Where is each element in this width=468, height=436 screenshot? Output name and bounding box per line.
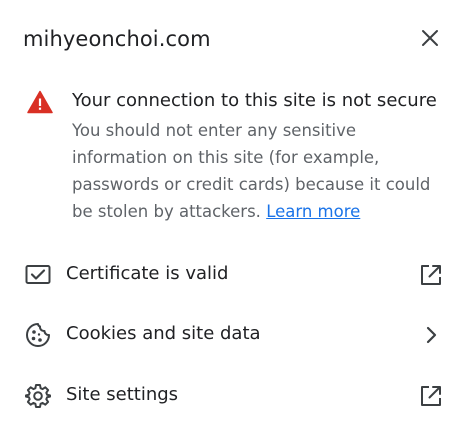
warning-title: Your connection to this site is not secu… xyxy=(72,90,437,111)
site-settings-label: Site settings xyxy=(66,384,179,405)
cookies-label: Cookies and site data xyxy=(66,323,261,344)
site-settings-row[interactable]: Site settings xyxy=(0,367,468,423)
site-domain-title: mihyeonchoi.com xyxy=(23,27,211,51)
security-warning: Your connection to this site is not secu… xyxy=(0,86,468,234)
open-in-new-icon xyxy=(421,265,441,285)
site-settings-open-button[interactable] xyxy=(418,383,444,409)
certificate-label: Certificate is valid xyxy=(66,263,229,284)
certificate-icon xyxy=(25,265,51,284)
warning-triangle-icon xyxy=(27,90,53,114)
open-in-new-icon xyxy=(421,386,441,406)
gear-icon xyxy=(25,384,51,408)
cookie-icon xyxy=(26,323,50,347)
warning-body: You should not enter any sensitive infor… xyxy=(72,117,450,225)
close-icon xyxy=(422,30,438,46)
popup-header: mihyeonchoi.com xyxy=(0,0,468,78)
learn-more-link[interactable]: Learn more xyxy=(266,202,360,221)
cookies-row[interactable]: Cookies and site data xyxy=(0,306,468,362)
close-button[interactable] xyxy=(414,22,446,54)
chevron-right-icon xyxy=(426,326,437,344)
warning-body-text: You should not enter any sensitive infor… xyxy=(72,121,431,221)
certificate-row[interactable]: Certificate is valid xyxy=(0,246,468,302)
site-info-popup: mihyeonchoi.com Your connection to this … xyxy=(0,0,468,436)
certificate-open-button[interactable] xyxy=(418,262,444,288)
